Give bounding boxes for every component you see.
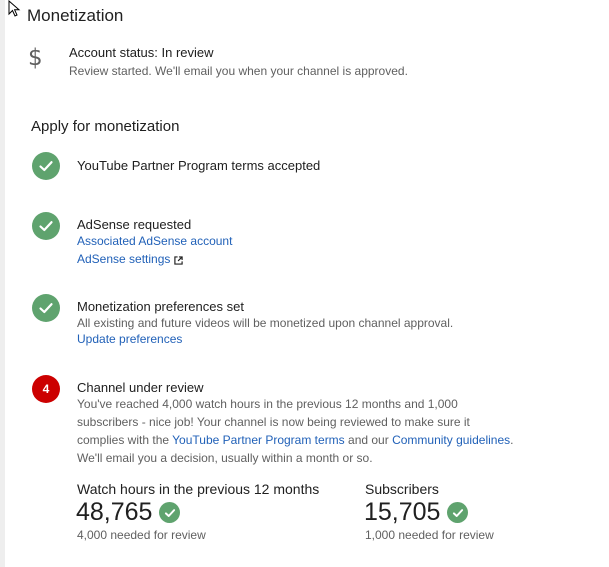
external-link-icon <box>174 256 184 265</box>
check-circle-icon <box>32 152 60 180</box>
page-title: Monetization <box>27 6 124 25</box>
check-circle-icon <box>159 502 180 523</box>
step-description: All existing and future videos will be m… <box>77 316 454 330</box>
account-status-title: Account status: In review <box>69 45 214 60</box>
partner-program-terms-link[interactable]: YouTube Partner Program terms <box>172 433 345 447</box>
dollar-icon: $ <box>28 45 43 71</box>
review-text-line-3: complies with the YouTube Partner Progra… <box>77 431 513 449</box>
check-circle-icon <box>32 212 60 240</box>
check-circle-icon <box>32 294 60 322</box>
review-text-segment: complies with the <box>77 433 173 447</box>
left-border <box>0 0 5 567</box>
step-number-badge: 4 <box>32 375 60 403</box>
update-preferences-link[interactable]: Update preferences <box>77 332 182 346</box>
subscribers-value: 15,705 <box>364 498 441 526</box>
step-title: AdSense requested <box>77 217 192 232</box>
adsense-settings-label[interactable]: AdSense settings <box>77 252 170 266</box>
review-text-line-2: subscribers - nice job! Your channel is … <box>77 415 470 429</box>
review-text-line-4: We'll email you a decision, usually with… <box>77 451 373 465</box>
mouse-cursor-icon <box>8 0 21 17</box>
review-text-line-1: You've reached 4,000 watch hours in the … <box>77 397 458 411</box>
adsense-settings-link[interactable]: AdSense settings <box>77 252 184 266</box>
associated-adsense-link[interactable]: Associated AdSense account <box>77 234 232 248</box>
step-title: Channel under review <box>77 380 204 395</box>
review-text-segment: . <box>510 433 514 447</box>
watch-hours-label: Watch hours in the previous 12 months <box>77 481 320 497</box>
apply-section-title: Apply for monetization <box>31 118 180 135</box>
step-title: Monetization preferences set <box>77 299 244 314</box>
account-status-subtitle: Review started. We'll email you when you… <box>69 64 408 78</box>
watch-hours-value: 48,765 <box>76 498 153 526</box>
watch-hours-note: 4,000 needed for review <box>77 528 206 542</box>
check-circle-icon <box>447 502 468 523</box>
step-title: YouTube Partner Program terms accepted <box>77 158 321 173</box>
subscribers-note: 1,000 needed for review <box>365 528 494 542</box>
subscribers-label: Subscribers <box>365 481 439 497</box>
review-text-segment: and our <box>344 433 393 447</box>
community-guidelines-link[interactable]: Community guidelines <box>392 433 510 447</box>
